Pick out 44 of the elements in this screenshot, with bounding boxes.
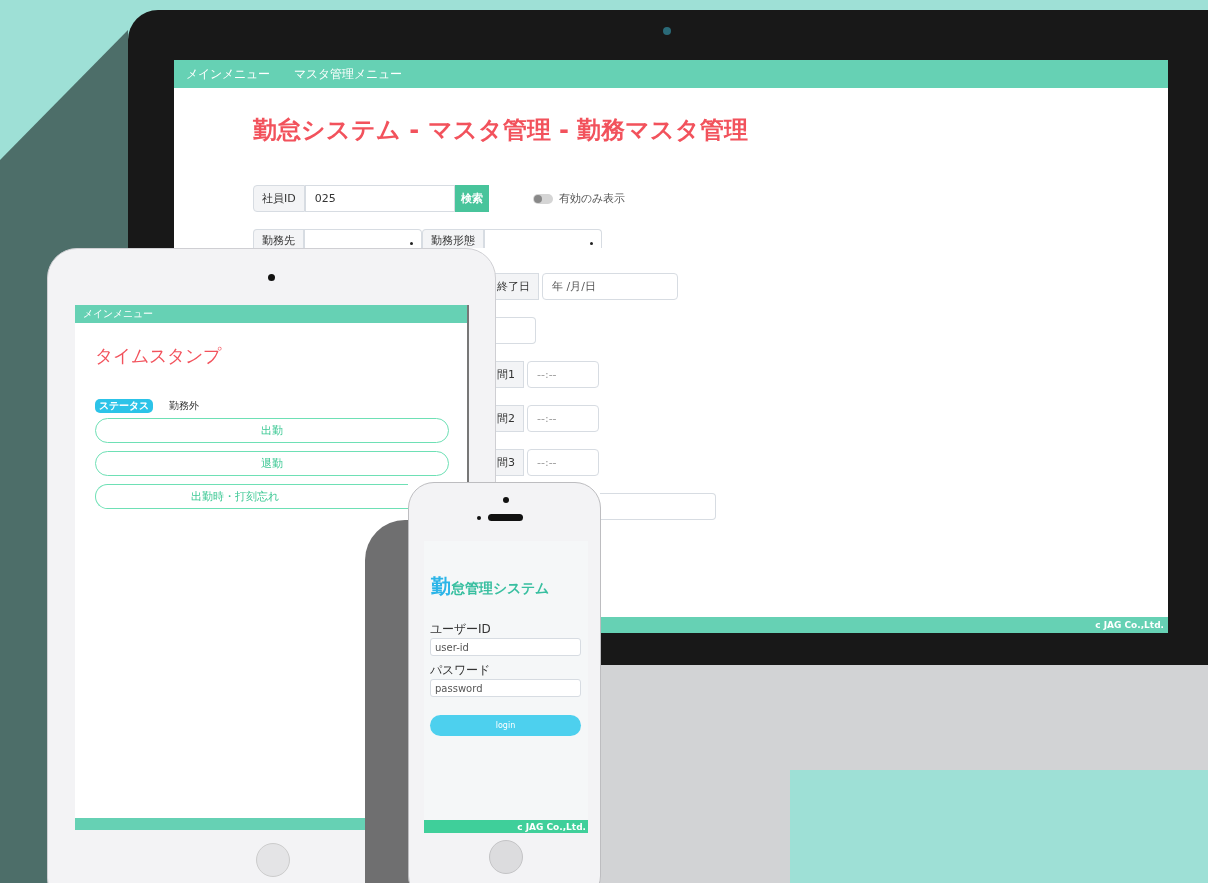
search-button[interactable]: 検索 <box>454 185 489 212</box>
date-field[interactable]: 年 /月/日 <box>542 273 678 300</box>
field-label: 勤務先 <box>253 229 304 248</box>
time-field[interactable]: --:-- <box>527 449 599 476</box>
camera-icon <box>503 497 509 503</box>
app-title: 勤 <box>431 573 451 600</box>
copyright-text: c JAG Co.,Ltd. <box>517 821 586 832</box>
stamp-button[interactable]: 退勤 <box>95 451 449 476</box>
field-label: 間3 <box>495 449 524 476</box>
stamp-button[interactable]: 出勤 <box>95 418 449 443</box>
input-field[interactable] <box>496 317 536 344</box>
login-button[interactable]: login <box>430 715 581 736</box>
status-badge: ステータス <box>95 399 153 413</box>
field-label: 社員ID <box>253 185 305 212</box>
copyright-text: c JAG Co.,Ltd. <box>1095 620 1164 630</box>
camera-icon <box>268 274 275 281</box>
speaker-icon <box>488 514 523 521</box>
page-title: タイムスタンプ <box>95 344 223 368</box>
app-title: 怠管理システム <box>451 580 549 598</box>
field-label: 終了日 <box>495 273 539 300</box>
field-label: ユーザーID <box>430 621 492 636</box>
input-field[interactable]: password <box>430 679 581 697</box>
menu-link[interactable]: マスタ管理メニュー <box>294 65 402 83</box>
input-field[interactable]: user-id <box>430 638 581 656</box>
work-type-select[interactable] <box>484 229 602 248</box>
camera-icon <box>663 27 671 35</box>
time-field[interactable]: --:-- <box>527 405 599 432</box>
menu-link[interactable]: メインメニュー <box>83 307 153 321</box>
field-label: 間1 <box>495 361 524 388</box>
field-label: 間2 <box>495 405 524 432</box>
employee-id-field[interactable]: 025 <box>304 185 455 212</box>
time-field[interactable]: --:-- <box>527 361 599 388</box>
sensor-icon <box>477 516 481 520</box>
input-field[interactable] <box>600 493 716 520</box>
stamp-button[interactable]: 出勤時・打刻忘れ <box>95 484 408 509</box>
home-button[interactable] <box>489 840 523 874</box>
page-title: 勤怠システム - マスタ管理 - 勤務マスタ管理 <box>253 115 750 144</box>
toggle-label: 有効のみ表示 <box>558 191 625 206</box>
field-label: パスワード <box>430 662 491 677</box>
home-button[interactable] <box>256 843 290 877</box>
status-text: 勤務外 <box>169 399 199 413</box>
field-label: 勤務形態 <box>422 229 484 248</box>
toggle-switch[interactable] <box>532 193 553 204</box>
menu-link[interactable]: メインメニュー <box>186 65 270 83</box>
